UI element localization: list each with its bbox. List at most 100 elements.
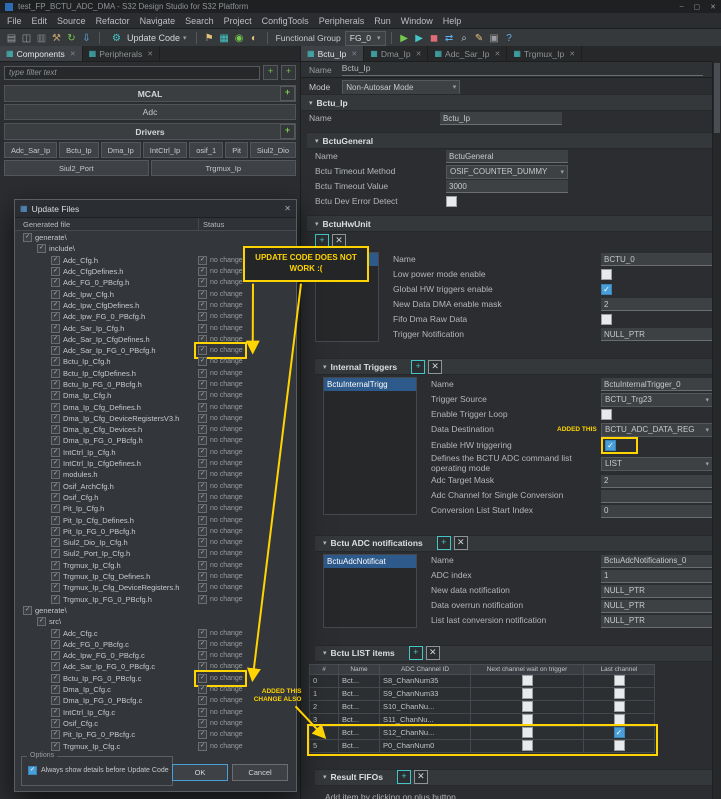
tree-file-row[interactable]: ✓ Adc_Ipw_FG_0_PBcfg.c ✓ no change [15,650,296,661]
filter-input[interactable]: type filter text [4,65,260,80]
tree-file-row[interactable]: ✓ Adc_Ipw_CfgDefines.h ✓ no change [15,300,296,311]
close-icon[interactable]: ✕ [569,50,575,58]
name-field[interactable]: Bctu_Ip [440,112,562,125]
menu-item-project[interactable]: Project [219,16,257,26]
checkbox-icon[interactable]: ✓ [51,323,60,333]
remove-list-item-button[interactable]: ✕ [425,646,440,661]
checkbox-icon[interactable]: ✓ [51,368,60,378]
tree-file-row[interactable]: ✓ Pit_Ip_FG_0_PBcfg.h ✓ no change [15,526,296,537]
data-overrun-notification-field[interactable]: NULL_PTR [601,599,713,613]
checkbox-icon[interactable]: ✓ [51,436,60,446]
save-all-icon[interactable]: ▥ [34,33,49,44]
tree-file-row[interactable]: ✓ Adc_Sar_Ip_CfgDefines.h ✓ no change [15,334,296,345]
checkbox-icon[interactable]: ✓ [51,594,60,604]
tree-file-row[interactable]: ✓ IntCtrl_Ip_Cfg.h ✓ no change [15,447,296,458]
checkbox-icon[interactable]: ✓ [51,278,60,288]
tree-folder-row[interactable]: ✓ generate\ [15,232,296,243]
next-channel-wait-checkbox[interactable] [521,714,533,726]
ok-button[interactable]: OK [172,764,228,781]
data-destination-select[interactable]: BCTU_ADC_DATA_REG ▾ [601,422,713,437]
tree-file-row[interactable]: ✓ modules.h ✓ no change [15,469,296,480]
checkbox-icon[interactable]: ✓ [51,730,60,740]
checkbox-icon[interactable]: ✓ [51,741,60,751]
tree-file-row[interactable]: ✓ Osif_Cfg.c ✓ no change [15,718,296,729]
tree-folder-row[interactable]: ✓ generate\ [15,605,296,616]
tree-file-row[interactable]: ✓ Adc_Cfg.c ✓ no change [15,627,296,638]
menu-item-configtools[interactable]: ConfigTools [257,16,314,26]
tree-file-row[interactable]: ✓ Pit_Ip_FG_0_PBcfg.c ✓ no change [15,729,296,740]
close-icon[interactable]: ✕ [147,50,153,58]
close-icon[interactable]: ✕ [70,50,76,58]
checkbox-icon[interactable]: ✓ [51,312,60,322]
tree-file-row[interactable]: ✓ Osif_ArchCfg.h ✓ no change [15,481,296,492]
checkbox-icon[interactable]: ✓ [51,402,60,412]
view-tab-peripherals[interactable]: ▦ Peripherals ✕ [83,46,161,61]
checkbox-icon[interactable]: ✓ [51,504,60,514]
tree-file-row[interactable]: ✓ Adc_Ipw_FG_0_PBcfg.h ✓ no change [15,311,296,322]
table-row[interactable]: 0 Bct... S8_ChanNum35 [309,673,655,688]
checkbox-icon[interactable]: ✓ [51,628,60,638]
checkbox-icon[interactable]: ✓ [51,707,60,717]
remove-trigger-button[interactable]: ✕ [428,359,443,374]
checkbox-icon[interactable]: ✓ [51,538,60,548]
trigger-source-select[interactable]: BCTU_Trg23 ▾ [601,392,713,407]
remove-fifo-button[interactable]: ✕ [413,770,428,785]
tree-file-row[interactable]: ✓ Pit_Ip_Cfg_Defines.h ✓ no change [15,514,296,525]
new-data-notification-field[interactable]: NULL_PTR [601,584,713,598]
editor-tab-bctu-ip[interactable]: ▦ Bctu_Ip ✕ [301,46,365,61]
driver-adc-sar-ip[interactable]: Adc_Sar_Ip [4,142,58,158]
debug-icon[interactable]: ▶ [412,33,427,44]
checkbox-icon[interactable]: ✓ [51,651,60,661]
driver-siul2-port[interactable]: Siul2_Port [4,160,149,176]
tree-file-row[interactable]: ✓ Siul2_Dio_Ip_Cfg.h ✓ no change [15,537,296,548]
pins-tool-icon[interactable]: ◉ [232,33,247,44]
checkbox-icon[interactable]: ✓ [51,346,60,356]
functional-group-select[interactable]: FG_0 ▾ [344,30,386,46]
table-row[interactable]: 4 Bct... S12_ChanNu... ✓ [309,725,655,740]
tree-file-row[interactable]: ✓ Adc_Sar_Ip_Cfg.h ✓ no change [15,322,296,333]
section-bctu-hwunit[interactable]: ▾ BctuHwUnit [307,215,713,232]
tree-file-row[interactable]: ✓ Trgmux_Ip_Cfg.h ✓ no change [15,560,296,571]
name-field[interactable]: BctuAdcNotifications_0 [601,554,713,568]
component-adc[interactable]: Adc [4,104,296,120]
checkbox-icon[interactable]: ✓ [51,334,60,344]
tree-file-row[interactable]: ✓ Trgmux_Ip_Cfg.c ✓ no change [15,740,296,751]
name-field[interactable]: BctuGeneral [446,150,568,163]
editor-tab-trgmux-ip[interactable]: ▦ Trgmux_Ip ✕ [507,46,583,61]
low-power-mode-enable-checkbox[interactable] [601,269,612,280]
name-field[interactable]: BCTU_0 [601,253,713,266]
peripherals-icon[interactable]: ▦ [217,33,232,44]
mode-select[interactable]: Non-Autosar Mode ▾ [342,79,461,95]
checkbox-icon[interactable]: ✓ [51,413,60,423]
next-channel-wait-checkbox[interactable] [521,688,533,700]
peripheral-name-field[interactable]: Bctu_Ip [341,63,703,76]
add-driver-button[interactable]: + [280,124,295,139]
add-notification-button[interactable]: + [436,536,451,551]
add-mcal-button[interactable]: + [280,86,295,101]
maximize-button[interactable]: ▢ [694,3,701,11]
tree-file-row[interactable]: ✓ Trgmux_Ip_FG_0_PBcfg.h ✓ no change [15,594,296,605]
checkbox-icon[interactable]: ✓ [51,459,60,469]
editor-tab-adc-sar-ip[interactable]: ▦ Adc_Sar_Ip ✕ [428,46,508,61]
tree-file-row[interactable]: ✓ Bctu_Ip_CfgDefines.h ✓ no change [15,368,296,379]
table-row[interactable]: 3 Bct... S11_ChanNu... [309,712,655,727]
driver-bctu-ip[interactable]: Bctu_Ip [59,142,99,158]
checkbox-icon[interactable]: ✓ [51,583,60,593]
next-channel-wait-checkbox[interactable] [521,740,533,752]
remove-notification-button[interactable]: ✕ [453,536,468,551]
new-file-icon[interactable]: ▤ [4,33,19,44]
close-button[interactable]: ✕ [710,3,716,11]
checkbox-icon[interactable]: ✓ [51,380,60,389]
list-item-bctuinternaltrigg[interactable]: BctuInternalTrigg [324,378,416,391]
section-bctu-general[interactable]: ▾ BctuGeneral [307,132,713,149]
add-button-secondary[interactable]: + [281,65,296,80]
dialog-title-bar[interactable]: ▦ Update Files ✕ [15,200,296,218]
menu-item-edit[interactable]: Edit [27,16,53,26]
driver-osif-1[interactable]: osif_1 [189,142,224,158]
section-result-fifos[interactable]: ▾ Result FIFOs + ✕ [315,768,713,786]
checkbox-icon[interactable]: ✓ [51,391,60,401]
close-icon[interactable]: ✕ [416,50,422,58]
always-show-details-checkbox[interactable]: ✓ [28,766,37,775]
checkbox-icon[interactable]: ✓ [51,425,60,435]
tree-file-row[interactable]: ✓ Dma_Ip_Cfg_Defines.h ✓ no change [15,401,296,412]
